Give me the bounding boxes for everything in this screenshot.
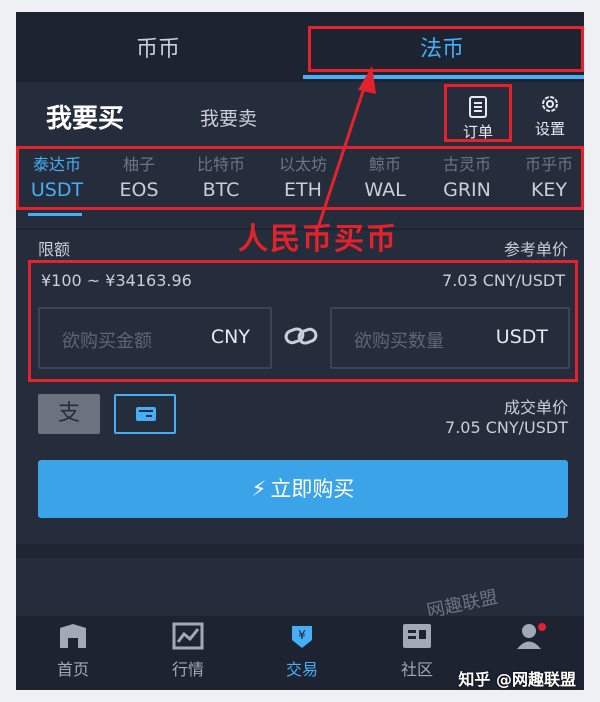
coin-code: GRIN (443, 179, 491, 201)
limit-value: ¥100 ~ ¥34163.96 (41, 271, 192, 290)
coin-name: 币乎币 (524, 155, 573, 174)
alipay-icon: 支 (57, 401, 80, 426)
deal-price-label: 成交单价 (503, 398, 568, 417)
nav-market[interactable]: 行情 (143, 622, 233, 680)
coin-code: USDT (30, 179, 84, 201)
annotation-highlight-fiat-tab (308, 26, 584, 72)
orders-button[interactable]: 订单 (444, 84, 512, 142)
nav-profile[interactable] (486, 622, 576, 656)
coin-tab-wal[interactable]: 鲸币 WAL (344, 153, 426, 203)
coin-code: KEY (530, 179, 568, 201)
top-tab-bar: 币币 法币 (16, 12, 584, 82)
nav-label: 首页 (56, 660, 89, 679)
buy-now-button[interactable]: ⚡ 立即购买 (38, 460, 568, 518)
bank-card-icon (136, 407, 156, 421)
lightning-icon: ⚡ (251, 477, 267, 501)
alipay-payment-option[interactable]: 支 (38, 394, 100, 434)
settings-button[interactable]: 设置 (522, 84, 578, 142)
coin-code: EOS (119, 179, 159, 201)
coin-name: 古灵币 (442, 155, 491, 174)
reference-price-label: 参考单价 (503, 240, 568, 259)
coin-name: 以太坊 (278, 155, 327, 174)
nav-label: 交易 (285, 660, 318, 679)
coin-name: 柚子 (122, 155, 155, 174)
source-credit: 知乎 @网趣联盟 (458, 670, 576, 689)
svg-text:¥: ¥ (298, 628, 306, 642)
community-icon (403, 624, 431, 648)
nav-label: 行情 (171, 660, 204, 679)
quantity-placeholder: 欲购买数量 (354, 331, 444, 352)
coin-name: 泰达币 (32, 155, 81, 174)
settings-label: 设置 (534, 120, 565, 138)
amount-unit: CNY (210, 326, 250, 348)
quantity-unit: USDT (495, 326, 548, 348)
orders-label: 订单 (462, 123, 493, 141)
link-icon[interactable] (284, 325, 318, 347)
coin-selector: 泰达币 USDT 柚子 EOS 比特币 BTC 以太坊 ETH 鲸币 WAL 古… (16, 146, 584, 210)
app-screen: 币币 法币 我要买 我要卖 订单 设置 泰达币 USDT 柚子 EOS 比特币 … (16, 12, 584, 690)
coin-code: WAL (364, 179, 406, 201)
profile-icon (517, 623, 546, 649)
deal-price-value: 7.05 CNY/USDT (445, 418, 568, 437)
active-tab-indicator (303, 75, 584, 79)
sell-mode-tab[interactable]: 我要卖 (200, 104, 257, 131)
chart-icon (172, 622, 204, 650)
limit-label: 限额 (38, 240, 71, 259)
annotation-text: 人民币买币 (238, 222, 398, 257)
section-separator (16, 544, 584, 558)
coin-tab-usdt[interactable]: 泰达币 USDT (16, 153, 98, 203)
amount-placeholder: 欲购买金额 (62, 331, 152, 352)
reference-price-value: 7.03 CNY/USDT (442, 271, 565, 290)
coin-name: 鲸币 (368, 155, 401, 174)
nav-trade[interactable]: ¥ 交易 (257, 622, 347, 680)
coin-code: ETH (284, 179, 322, 201)
coin-name: 比特币 (196, 155, 245, 174)
nav-label: 社区 (400, 660, 433, 679)
quantity-input[interactable]: 欲购买数量 USDT (330, 307, 570, 369)
active-coin-indicator (28, 213, 82, 216)
home-icon (60, 624, 86, 648)
coin-code: BTC (202, 179, 240, 201)
coin-tab-key[interactable]: 币乎币 KEY (508, 153, 584, 203)
nav-community[interactable]: 社区 (372, 622, 462, 680)
buy-form: ¥100 ~ ¥34163.96 7.03 CNY/USDT 欲购买金额 CNY… (28, 260, 578, 382)
gear-icon (542, 96, 558, 112)
coin-tab-eth[interactable]: 以太坊 ETH (262, 153, 344, 203)
buy-mode-tab[interactable]: 我要买 (46, 98, 124, 135)
coin-tab-grin[interactable]: 古灵币 GRIN (426, 153, 508, 203)
buy-now-label: 立即购买 (270, 477, 355, 501)
trade-icon: ¥ (292, 626, 312, 648)
orders-list-icon (469, 96, 487, 118)
bank-card-payment-option[interactable] (114, 394, 176, 434)
nav-home[interactable]: 首页 (28, 622, 118, 680)
coin-tab-eos[interactable]: 柚子 EOS (98, 153, 180, 203)
amount-input[interactable]: 欲购买金额 CNY (38, 307, 272, 369)
coin-tab-btc[interactable]: 比特币 BTC (180, 153, 262, 203)
tab-coin-trading[interactable]: 币币 (16, 12, 300, 82)
